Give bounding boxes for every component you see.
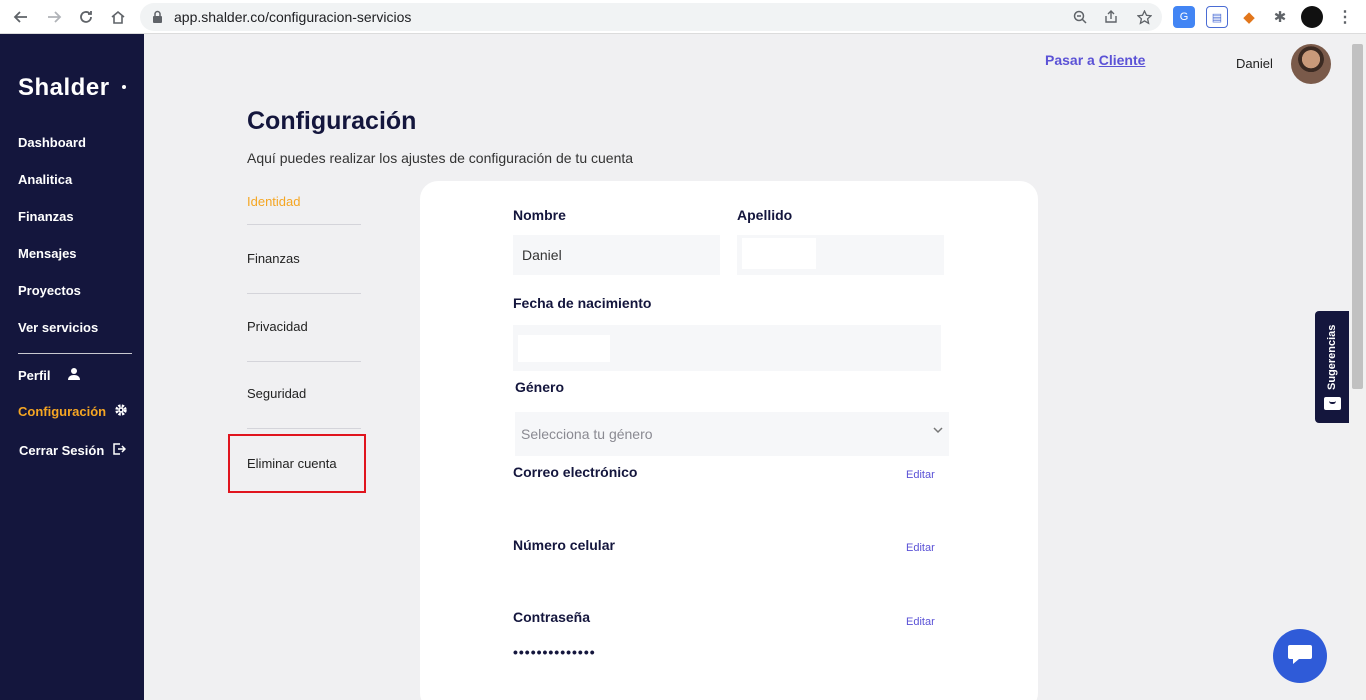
user-icon xyxy=(67,367,81,384)
sidebar-item-label: Cerrar Sesión xyxy=(19,443,105,458)
password-label: Contraseña xyxy=(513,609,591,625)
edit-email-link[interactable]: Editar xyxy=(906,469,935,481)
switch-to-client-link[interactable]: Pasar a Cliente xyxy=(1045,52,1145,68)
page-subtitle: Aquí puedes realizar los ajustes de conf… xyxy=(247,150,634,166)
address-bar[interactable]: app.shalder.co/configuracion-servicios xyxy=(140,3,1162,31)
puzzle-extensions-icon[interactable]: ✱ xyxy=(1269,6,1291,28)
tab-seguridad[interactable]: Seguridad xyxy=(247,386,306,401)
feedback-tab-label[interactable]: Sugerencias xyxy=(1319,322,1345,392)
tab-divider xyxy=(247,293,361,294)
sidebar-item-dashboard[interactable]: Dashboard xyxy=(18,135,86,150)
avatar[interactable] xyxy=(1291,44,1331,84)
highlight-box xyxy=(228,434,366,493)
sidebar-item-mensajes[interactable]: Mensajes xyxy=(18,246,77,261)
tab-divider xyxy=(247,361,361,362)
chat-button[interactable] xyxy=(1273,629,1327,683)
sidebar-item-analitica[interactable]: Analitica xyxy=(18,172,72,187)
edit-password-link[interactable]: Editar xyxy=(906,616,935,628)
switch-link[interactable]: Cliente xyxy=(1099,52,1146,68)
sidebar-item-label: Proyectos xyxy=(18,283,81,298)
logo-dot xyxy=(122,85,126,89)
first-name-value[interactable]: Daniel xyxy=(522,247,562,263)
password-value: •••••••••••••• xyxy=(513,644,596,660)
sidebar-item-label: Finanzas xyxy=(18,209,74,224)
tab-finanzas[interactable]: Finanzas xyxy=(247,251,300,266)
logout-icon xyxy=(112,442,127,459)
sidebar-item-label: Analitica xyxy=(18,172,73,187)
phone-label: Número celular xyxy=(513,537,615,553)
profile-avatar-icon[interactable] xyxy=(1301,6,1323,28)
first-name-label: Nombre xyxy=(513,207,566,223)
redacted-value xyxy=(742,238,816,269)
tab-divider xyxy=(247,428,361,429)
lock-icon xyxy=(152,10,163,29)
logo[interactable]: Shalder xyxy=(18,74,110,102)
browser-toolbar: app.shalder.co/configuracion-servicios G… xyxy=(0,0,1366,34)
sidebar-item-cerrar-sesion[interactable]: Cerrar Sesión xyxy=(19,442,127,459)
feedback-icon[interactable] xyxy=(1324,397,1341,410)
star-icon[interactable] xyxy=(1134,7,1154,27)
sidebar-item-label: Perfil xyxy=(18,368,51,383)
edit-phone-link[interactable]: Editar xyxy=(906,542,935,554)
gender-placeholder: Selecciona tu género xyxy=(521,426,653,442)
tab-divider xyxy=(247,224,361,225)
gender-label: Género xyxy=(515,379,565,395)
tab-privacidad[interactable]: Privacidad xyxy=(247,319,308,334)
email-label: Correo electrónico xyxy=(513,464,638,480)
gear-icon xyxy=(114,403,128,420)
birthdate-label: Fecha de nacimiento xyxy=(513,295,652,311)
user-name: Daniel xyxy=(1236,56,1273,71)
zoom-icon[interactable] xyxy=(1070,7,1090,27)
extension-icon[interactable]: ▤ xyxy=(1206,6,1228,28)
switch-prefix: Pasar a xyxy=(1045,52,1095,68)
tab-identidad[interactable]: Identidad xyxy=(247,194,301,209)
sidebar-divider xyxy=(18,353,132,354)
chevron-down-icon xyxy=(932,424,944,439)
share-icon[interactable] xyxy=(1101,7,1121,27)
sidebar-item-label: Mensajes xyxy=(18,246,77,261)
sidebar-item-label: Configuración xyxy=(18,404,107,419)
back-icon[interactable] xyxy=(9,5,33,29)
sidebar-item-finanzas[interactable]: Finanzas xyxy=(18,209,74,224)
metamask-icon[interactable]: ◆ xyxy=(1238,6,1260,28)
redacted-value xyxy=(518,335,610,362)
url-text[interactable]: app.shalder.co/configuracion-servicios xyxy=(174,9,411,25)
scrollbar-thumb[interactable] xyxy=(1352,44,1363,389)
home-icon[interactable] xyxy=(106,5,130,29)
reload-icon[interactable] xyxy=(74,5,98,29)
translate-extension-icon[interactable]: G xyxy=(1173,6,1195,28)
page-title: Configuración xyxy=(247,107,417,135)
last-name-label: Apellido xyxy=(737,207,793,223)
sidebar-item-proyectos[interactable]: Proyectos xyxy=(18,283,81,298)
menu-kebab-icon[interactable]: ⋮ xyxy=(1334,6,1356,28)
forward-icon[interactable] xyxy=(42,5,66,29)
sidebar-item-configuracion[interactable]: Configuración xyxy=(18,403,128,420)
sidebar-item-label: Ver servicios xyxy=(18,320,99,335)
chat-bubble-icon xyxy=(1287,643,1313,670)
sidebar-item-label: Dashboard xyxy=(18,135,86,150)
sidebar-item-ver-servicios[interactable]: Ver servicios xyxy=(18,320,98,335)
sidebar-item-perfil[interactable]: Perfil xyxy=(18,367,81,384)
